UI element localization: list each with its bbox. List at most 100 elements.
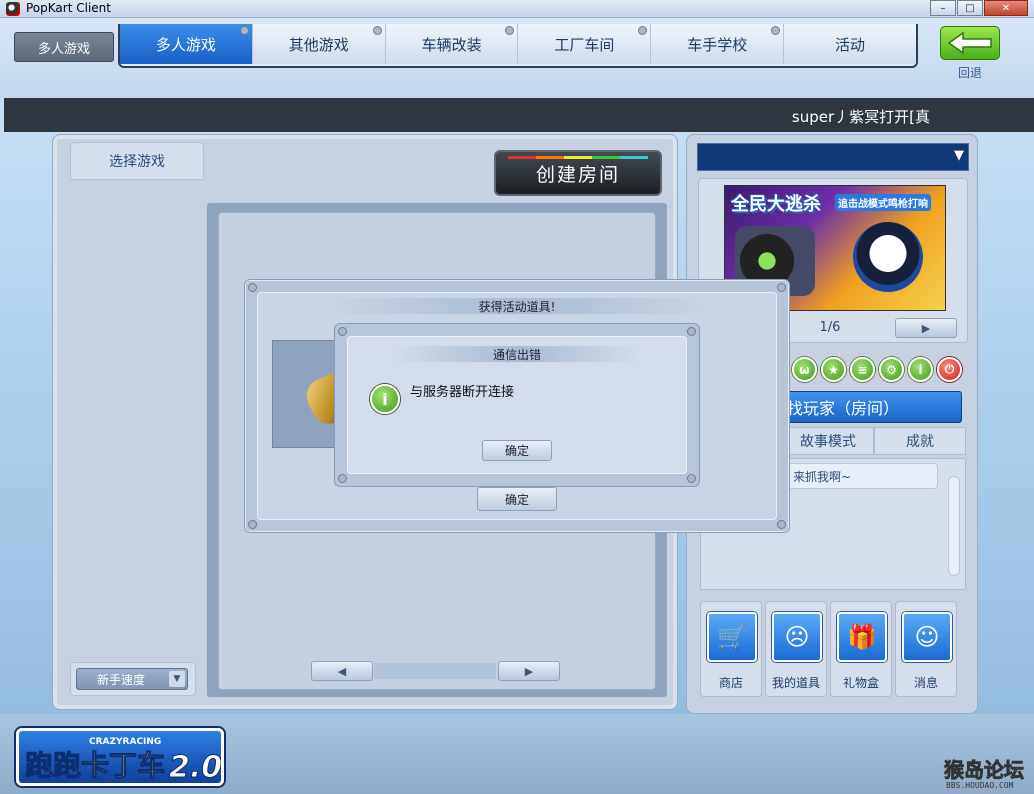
minimize-button[interactable]: – (930, 0, 956, 16)
rivet-icon (338, 474, 347, 483)
tab-other-games[interactable]: 其他游戏 (252, 24, 386, 64)
messages-label: 消息 (913, 676, 938, 690)
rivet-icon (687, 474, 696, 483)
power-icon[interactable]: ⏻ (937, 357, 962, 382)
banner-next-button[interactable]: ▶ (895, 318, 957, 338)
tab-label: 车辆改装 (421, 35, 482, 54)
banner-title: 全民大逃杀 (731, 194, 821, 215)
reward-dialog-title: 获得活动道具! (325, 298, 709, 314)
pin-icon (372, 26, 382, 35)
reward-item-image (301, 370, 335, 430)
gift-icon: 🎁 (837, 612, 887, 662)
chevron-down-icon: ▼ (954, 148, 964, 163)
window-title: PopKart Client (26, 1, 111, 15)
tab-driver-school[interactable]: 车手学校 (651, 24, 785, 64)
ranking-icon[interactable]: ≡ (850, 357, 875, 382)
tab-label: 活动 (835, 35, 866, 54)
error-message: 与服务器断开连接 (410, 385, 515, 400)
shop-button[interactable]: 🛒 商店 (700, 601, 762, 697)
logo-version-text: 2.0 (169, 750, 221, 783)
find-player-button[interactable]: 找玩家（房间） (780, 391, 962, 423)
prev-page-button[interactable]: ◀ (311, 661, 373, 681)
logo-main-text: 跑跑卡丁车 (25, 749, 165, 782)
app-icon (6, 2, 20, 16)
top-navigation: 多人游戏 多人游戏 其他游戏 车辆改装 工厂车间 车手学校 活动 回退 (0, 18, 1034, 98)
logo-graphic: CRAZYRACING 跑跑卡丁车 2.0 (25, 737, 223, 786)
reward-item-slot (272, 340, 336, 448)
forum-watermark: 猴岛论坛 BBS.HOUDAO.COM (942, 755, 1032, 791)
rivet-icon (777, 283, 786, 292)
function-icon-row: ω ★ ≡ ⚙ i ⏻ (792, 357, 962, 382)
gift-box-label: 礼物盒 (842, 676, 879, 690)
username: super丿紫冥打开[真 (791, 108, 930, 126)
error-dialog-title: 通信出错 (395, 346, 639, 362)
main-tabs: 多人游戏 其他游戏 车辆改装 工厂车间 车手学校 活动 (118, 24, 918, 68)
tab-label: 工厂车间 (554, 35, 615, 54)
tab-label: 车手学校 (687, 35, 748, 54)
channel-dropdown[interactable]: ▼ (697, 143, 969, 171)
bomber-character-image (853, 222, 923, 292)
back-button[interactable] (940, 26, 1000, 60)
banner-subtitle: 追击战模式鸣枪打响 (835, 194, 931, 211)
speed-select[interactable]: 新手速度 ▼ (76, 668, 188, 690)
window-controls: – □ ✕ (929, 0, 1028, 16)
my-items-button[interactable]: ☹ 我的道具 (765, 601, 827, 697)
speed-value: 新手速度 (97, 672, 146, 687)
tab-multiplayer[interactable]: 多人游戏 (120, 24, 253, 64)
page-track (374, 663, 496, 679)
message-icon: ☺ (902, 612, 952, 662)
rivet-icon (338, 327, 347, 336)
window-titlebar: PopKart Client – □ ✕ (0, 0, 1034, 18)
cart-icon: 🛒 (707, 612, 757, 662)
tab-label: 其他游戏 (288, 35, 349, 54)
create-room-label: 创建房间 (535, 163, 620, 186)
pin-icon (771, 26, 781, 35)
info-icon: i (370, 384, 400, 414)
rivet-icon (777, 520, 786, 529)
reward-ok-button[interactable]: 确定 (477, 487, 557, 511)
rivet-icon (248, 520, 257, 529)
tab-label: 多人游戏 (155, 35, 216, 54)
pin-icon (505, 26, 515, 35)
star-icon[interactable]: ★ (821, 357, 846, 382)
back-label: 回退 (957, 66, 982, 80)
logo-top-text: CRAZYRACING (89, 737, 161, 747)
select-game-tab[interactable]: 选择游戏 (70, 142, 204, 180)
quick-buttons: 🛒 商店 ☹ 我的道具 🎁 礼物盒 ☺ 消息 (700, 601, 957, 697)
user-bar: super丿紫冥打开[真 (4, 98, 1034, 132)
current-section-label: 多人游戏 (14, 32, 114, 62)
banner-page-indicator: 1/6 (819, 320, 841, 335)
pin-icon (239, 26, 249, 35)
game-logo: CRAZYRACING 跑跑卡丁车 2.0 (16, 728, 224, 786)
gift-box-button[interactable]: 🎁 礼物盒 (830, 601, 892, 697)
tab-achievements[interactable]: 成就 (874, 427, 966, 455)
rivet-icon (248, 283, 257, 292)
shop-label: 商店 (718, 676, 743, 690)
chat-scrollbar[interactable] (948, 476, 960, 576)
led-strip (508, 156, 648, 159)
items-face-icon: ☹ (772, 612, 822, 662)
tab-vehicle-tuning[interactable]: 车辆改装 (385, 24, 519, 64)
my-items-label: 我的道具 (771, 676, 820, 690)
info-icon[interactable]: i (908, 357, 933, 382)
tab-story-mode[interactable]: 故事模式 (782, 427, 874, 455)
mode-tabs: 故事模式 成就 (782, 427, 966, 455)
maximize-button[interactable]: □ (957, 0, 983, 16)
messages-button[interactable]: ☺ 消息 (895, 601, 957, 697)
chat-message: 来抓我啊~ (786, 463, 938, 489)
watermark-main-text: 猴岛论坛 (944, 758, 1024, 782)
create-room-button[interactable]: 创建房间 (494, 150, 662, 196)
error-ok-button[interactable]: 确定 (482, 440, 552, 461)
close-button[interactable]: ✕ (984, 0, 1028, 16)
back-arrow-icon (947, 31, 992, 55)
character-icon[interactable]: ω (792, 357, 817, 382)
watermark-sub-text: BBS.HOUDAO.COM (946, 781, 1014, 790)
pin-icon (638, 26, 648, 35)
next-page-button[interactable]: ▶ (498, 661, 560, 681)
tab-events[interactable]: 活动 (784, 24, 916, 64)
gear-icon[interactable]: ⚙ (879, 357, 904, 382)
tab-factory[interactable]: 工厂车间 (518, 24, 652, 64)
chevron-down-icon[interactable]: ▼ (169, 671, 185, 687)
watermark-graphic: 猴岛论坛 BBS.HOUDAO.COM (944, 758, 1025, 790)
rivet-icon (687, 327, 696, 336)
